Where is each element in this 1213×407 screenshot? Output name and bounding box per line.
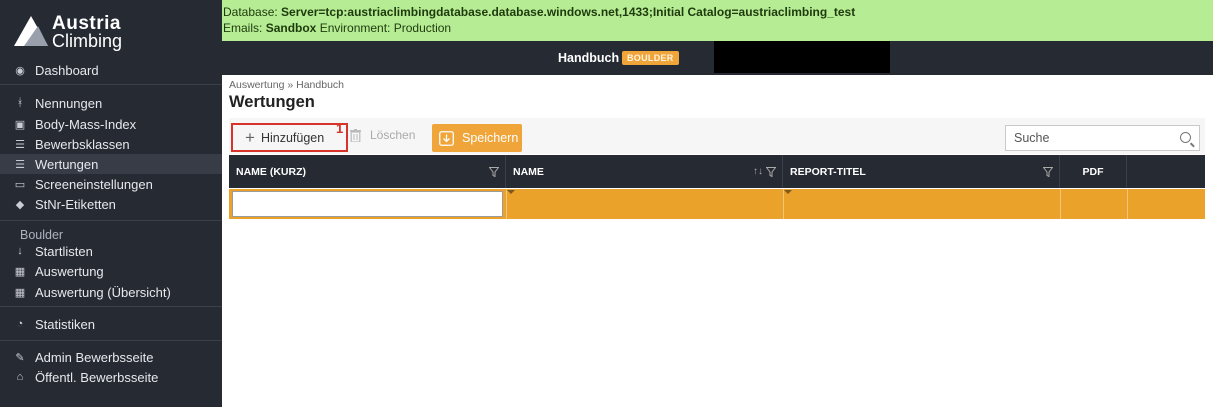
save-icon [439,130,454,146]
sidebar-item-label: Dashboard [35,62,99,78]
sort-arrows-icon[interactable]: ↑↓ [753,166,763,177]
sidebar-item-statistiken[interactable]: ◔ Statistiken [0,314,222,334]
search-placeholder: Suche [1014,131,1050,145]
sidebar-item-label: StNr-Etiketten [35,196,116,212]
filter-icon[interactable] [489,167,499,177]
sidebar: Austria Climbing ◉ Dashboard ᚼ Nennungen… [0,0,222,407]
mountain-logo-icon [14,16,48,46]
column-header-label: PDF [1082,165,1104,178]
sidebar-item-label: Startlisten [35,243,93,259]
sidebar-divider [0,84,222,85]
grid-header: NAME (KURZ) NAME ↑↓ REPORT-TITEL PDF [229,155,1205,188]
column-header-name[interactable]: NAME ↑↓ [506,155,783,188]
plus-icon: + [245,127,255,147]
save-button[interactable]: Speichern [432,124,522,152]
sidebar-divider [0,220,222,221]
sidebar-item-label: Öffentl. Bewerbsseite [35,369,159,385]
sidebar-item-screeneinstellungen[interactable]: ▭ Screeneinstellungen [0,174,222,194]
trash-icon [350,128,361,142]
column-header-pdf[interactable]: PDF [1060,155,1127,188]
cell-divider [1060,189,1061,219]
emails-line: Emails: Sandbox Environment: Production [223,20,1213,36]
monitor-icon: ▭ [14,178,26,191]
emails-value: Sandbox [265,21,317,35]
page-title: Wertungen [229,93,315,111]
sidebar-item-admin-bewerbsseite[interactable]: ✎ Admin Bewerbsseite [0,347,222,367]
sidebar-divider [0,306,222,307]
column-header-report-titel[interactable]: REPORT-TITEL [783,155,1060,188]
database-line: Database: Server=tcp:austriaclimbingdata… [223,4,1213,20]
sidebar-item-label: Wertungen [35,156,99,172]
scoreboard-icon: ▦ [14,265,26,278]
pie-chart-icon: ◔ [16,318,24,330]
sidebar-section-heading: Boulder [20,228,64,242]
breadcrumb[interactable]: Auswertung » Handbuch [229,79,344,91]
environment-banner: Database: Server=tcp:austriaclimbingdata… [222,0,1213,41]
edit-icon: ✎ [15,351,25,364]
database-value: Server=tcp:austriaclimbingdatabase.datab… [281,5,856,19]
cell-divider [1127,189,1128,219]
add-button-label: Hinzufügen [260,130,325,145]
redacted-area [714,41,890,73]
tag-icon: ◆ [15,198,25,211]
sidebar-item-nennungen[interactable]: ᚼ Nennungen [0,93,222,113]
sidebar-item-label: Bewerbsklassen [35,136,130,152]
sidebar-item-body-mass-index[interactable]: ▣ Body-Mass-Index [0,114,222,134]
sidebar-divider [0,340,222,341]
emails-label: Emails: [223,21,266,35]
sidebar-item-wertungen[interactable]: ☰ Wertungen [0,154,222,174]
sidebar-item-dashboard[interactable]: ◉ Dashboard [0,60,222,80]
sidebar-item-stnr-etiketten[interactable]: ◆ StNr-Etiketten [0,194,222,214]
sidebar-item-auswertung-uebersicht[interactable]: ▦ Auswertung (Übersicht) [0,282,222,302]
search-input[interactable]: Suche [1005,125,1200,151]
name-kurz-cell-input[interactable] [232,191,503,217]
environment-text: Environment: Production [316,21,452,35]
sidebar-item-label: Admin Bewerbsseite [35,349,154,365]
top-header: Handbuch BOULDER [222,41,1213,75]
sidebar-item-oeffentl-bewerbsseite[interactable]: ⌂ Öffentl. Bewerbsseite [0,367,222,387]
sidebar-item-startlisten[interactable]: ↓ Startlisten [0,241,222,261]
delete-button[interactable]: Löschen [350,128,415,142]
logo[interactable]: Austria Climbing [14,10,214,51]
search-icon[interactable] [1180,132,1191,143]
save-button-label: Speichern [462,131,519,145]
filter-icon[interactable] [1043,167,1053,177]
scoreboard-icon: ▦ [14,286,26,299]
discipline-badge: BOULDER [622,51,679,65]
column-header-name-kurz[interactable]: NAME (KURZ) [229,155,506,188]
sidebar-item-label: Nennungen [35,95,103,111]
people-icon: ᚼ [16,97,24,109]
sidebar-item-bewerbsklassen[interactable]: ☰ Bewerbsklassen [0,134,222,154]
brand-subname: Climbing [52,31,123,51]
list-icon: ☰ [15,138,25,151]
sidebar-item-label: Auswertung (Übersicht) [35,284,171,300]
sort-icon: ↓ [17,245,23,257]
column-header-label: NAME [513,165,544,178]
scale-icon: ▣ [14,118,26,131]
sidebar-item-label: Screeneinstellungen [35,176,153,192]
step-number-annotation: 1 [336,121,344,136]
add-button[interactable]: + Hinzufügen [231,123,348,152]
cell-marker-icon [784,190,792,194]
sidebar-item-label: Auswertung [35,263,104,279]
database-label: Database: [223,5,282,19]
filter-icon[interactable] [766,167,776,177]
dashboard-icon: ◉ [15,64,25,77]
column-header-spacer [1127,155,1205,188]
list-icon: ☰ [15,158,25,171]
sidebar-item-auswertung[interactable]: ▦ Auswertung [0,261,222,281]
home-icon: ⌂ [16,371,24,383]
column-header-label: REPORT-TITEL [790,165,866,178]
delete-button-label: Löschen [370,128,416,142]
header-title: Handbuch [558,51,620,65]
cell-marker-icon [507,190,515,194]
column-header-label: NAME (KURZ) [236,165,306,178]
sidebar-item-label: Body-Mass-Index [35,116,137,132]
sidebar-item-label: Statistiken [35,316,95,332]
